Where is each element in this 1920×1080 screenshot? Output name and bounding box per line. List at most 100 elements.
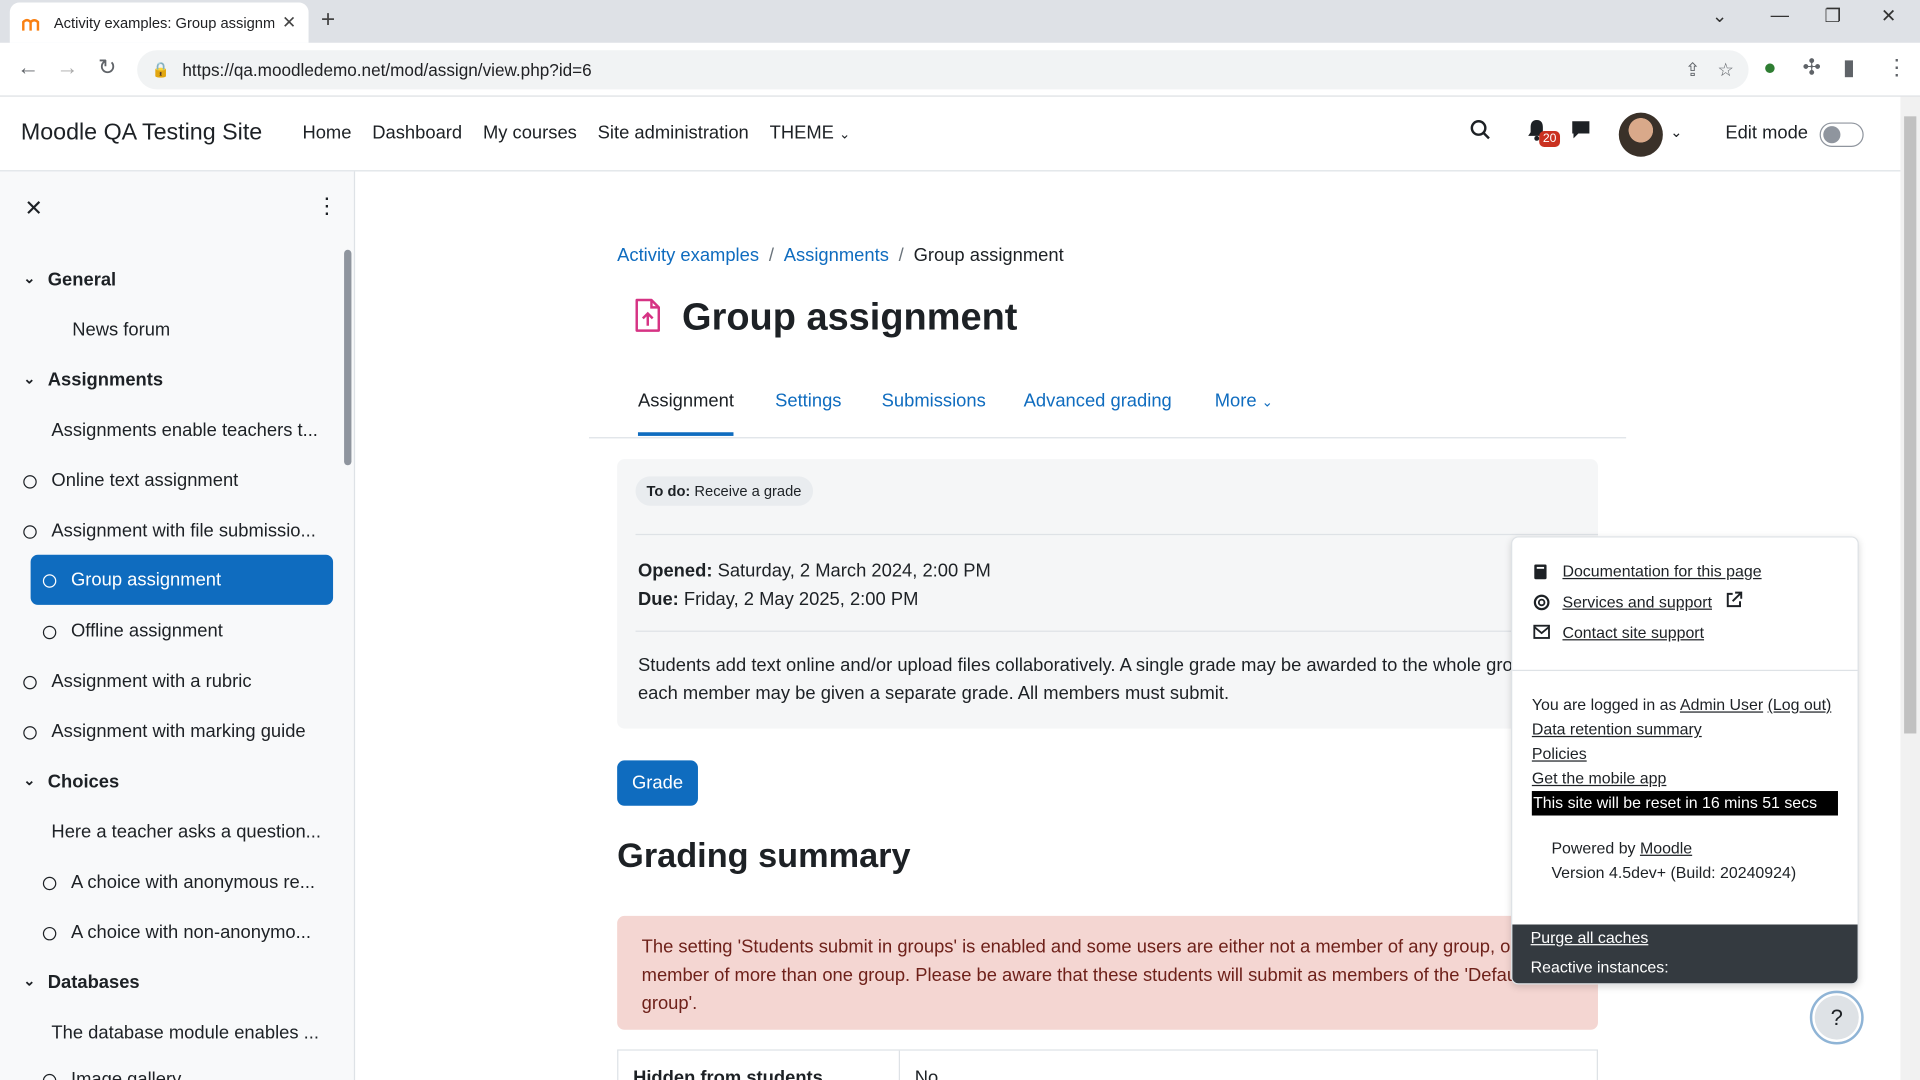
divider <box>635 630 1598 632</box>
nav-my-courses[interactable]: My courses <box>483 122 577 143</box>
drawer-scrollbar[interactable] <box>344 249 352 466</box>
reactive-instances-label: Reactive instances: <box>1530 957 1669 976</box>
drawer-options-icon[interactable]: ⋮ <box>316 193 338 219</box>
envelope-icon <box>1533 624 1550 641</box>
opened-label: Opened: <box>637 560 713 582</box>
browser-toolbar: ← → ↻ 🔒 https://qa.moodledemo.net/mod/as… <box>0 42 1920 97</box>
group-warning-alert: The setting 'Students submit in groups' … <box>617 915 1598 1030</box>
developer-tools: Purge all caches Reactive instances: <box>1512 924 1858 984</box>
breadcrumb-separator: / <box>898 244 904 266</box>
todo-badge: To do: Receive a grade <box>635 476 813 506</box>
course-item-group-assignment[interactable]: Group assignment <box>30 554 334 605</box>
reload-icon[interactable]: ↻ <box>98 55 116 81</box>
site-name[interactable]: Moodle QA Testing Site <box>21 120 262 147</box>
life-ring-icon <box>1533 594 1550 611</box>
nav-dashboard[interactable]: Dashboard <box>372 122 462 143</box>
breadcrumb-assignments[interactable]: Assignments <box>784 245 889 266</box>
forward-icon[interactable]: → <box>56 55 78 81</box>
activity-description: Students add text online and/or upload f… <box>637 655 1555 705</box>
documentation-link[interactable]: Documentation for this page <box>1562 562 1761 580</box>
chevron-down-icon: ⌄ <box>1261 395 1273 411</box>
share-icon[interactable]: ⇪ <box>1685 59 1700 81</box>
minimize-icon[interactable]: — <box>1771 5 1789 26</box>
user-menu-chevron-icon[interactable]: ⌄ <box>1670 124 1682 141</box>
moodle-favicon-icon <box>22 13 42 33</box>
book-icon <box>1533 563 1550 580</box>
due-date: Friday, 2 May 2025, 2:00 PM <box>683 588 919 610</box>
completion-circle-icon <box>42 926 57 941</box>
search-icon[interactable] <box>1469 119 1491 147</box>
table-row-value: No <box>914 1067 939 1080</box>
maximize-icon[interactable]: ❐ <box>1825 5 1841 27</box>
window-close-icon[interactable]: ✕ <box>1881 5 1896 27</box>
divider <box>1512 669 1858 672</box>
close-drawer-icon[interactable]: ✕ <box>24 196 42 222</box>
completion-circle-icon <box>42 574 57 588</box>
edit-mode-label: Edit mode <box>1725 122 1809 144</box>
chevron-down-icon: ⌄ <box>23 369 36 387</box>
tab-more[interactable]: More ⌄ <box>1215 391 1273 412</box>
completion-circle-icon <box>23 525 37 539</box>
messages-icon[interactable] <box>1570 119 1592 147</box>
course-index-drawer: ✕ ⋮ ⌄ General News forum ⌄ Assignments A… <box>0 171 356 1080</box>
completion-circle-icon <box>42 625 57 640</box>
completion-circle-icon <box>23 475 37 489</box>
assignment-icon <box>632 298 664 335</box>
breadcrumb-activity-examples[interactable]: Activity examples <box>617 245 759 266</box>
edit-mode-toggle[interactable] <box>1819 122 1864 147</box>
browser-menu-icon[interactable]: ⋮ <box>1886 55 1908 81</box>
chevron-down-icon: ⌄ <box>23 269 36 287</box>
browser-window: Activity examples: Group assignm ✕ + ⌄ —… <box>0 0 1920 1080</box>
new-tab-icon[interactable]: + <box>321 6 335 34</box>
tab-submissions[interactable]: Submissions <box>882 391 986 412</box>
completion-circle-icon <box>42 876 57 891</box>
lock-icon: 🔒 <box>151 61 171 79</box>
browser-tab[interactable]: Activity examples: Group assignm ✕ <box>9 2 309 43</box>
mobile-app-link[interactable]: Get the mobile app <box>1532 769 1667 787</box>
chevron-down-icon: ⌄ <box>23 972 36 990</box>
reset-countdown: This site will be reset in 16 mins 51 se… <box>1531 791 1838 816</box>
tab-settings[interactable]: Settings <box>775 391 841 412</box>
grade-button[interactable]: Grade <box>617 760 698 806</box>
nav-home[interactable]: Home <box>302 122 351 143</box>
address-bar[interactable]: 🔒 https://qa.moodledemo.net/mod/assign/v… <box>137 50 1749 90</box>
breadcrumb-separator: / <box>768 244 774 266</box>
policies-link[interactable]: Policies <box>1532 744 1587 762</box>
version-info: Version 4.5dev+ (Build: 20240924) <box>1551 863 1797 882</box>
tab-close-icon[interactable]: ✕ <box>282 12 296 33</box>
moodle-link[interactable]: Moodle <box>1640 839 1692 857</box>
nav-site-administration[interactable]: Site administration <box>598 122 749 143</box>
tab-title: Activity examples: Group assignm <box>53 14 275 32</box>
due-label: Due: <box>637 588 679 610</box>
completion-circle-icon <box>23 726 37 740</box>
back-icon[interactable]: ← <box>17 55 39 81</box>
notification-count-badge: 20 <box>1539 131 1561 147</box>
help-button[interactable]: ? <box>1809 990 1864 1045</box>
tab-assignment[interactable]: Assignment <box>637 391 734 436</box>
logout-link[interactable]: (Log out) <box>1768 696 1832 714</box>
chevron-down-icon: ⌄ <box>23 771 36 789</box>
page-scrollbar[interactable] <box>1900 96 1920 1080</box>
external-link-icon <box>1725 591 1743 612</box>
avatar[interactable] <box>1618 112 1663 157</box>
contact-support-link[interactable]: Contact site support <box>1562 623 1704 641</box>
side-panel-icon[interactable]: ▮ <box>1843 55 1855 81</box>
extension-shield-icon[interactable]: ● <box>1763 55 1776 81</box>
table-row-label: Hidden from students <box>633 1067 823 1080</box>
user-profile-link[interactable]: Admin User <box>1680 696 1763 714</box>
data-retention-link[interactable]: Data retention summary <box>1532 720 1702 738</box>
extensions-puzzle-icon[interactable]: ✣ <box>1802 55 1820 81</box>
activity-information: To do: Receive a grade Opened: Saturday,… <box>617 459 1598 729</box>
bookmark-star-icon[interactable]: ☆ <box>1717 59 1733 81</box>
question-mark-icon: ? <box>1830 1004 1843 1030</box>
nav-theme[interactable]: THEME ⌄ <box>770 122 851 143</box>
page-scrollbar-thumb[interactable] <box>1904 116 1917 734</box>
purge-caches-link[interactable]: Purge all caches <box>1531 928 1649 946</box>
moodle-navbar: Moodle QA Testing Site Home Dashboard My… <box>0 96 1901 172</box>
tab-search-icon[interactable]: ⌄ <box>1712 5 1727 27</box>
tab-advanced-grading[interactable]: Advanced grading <box>1024 391 1172 412</box>
powered-by: Powered by Moodle <box>1551 838 1693 858</box>
services-support-link[interactable]: Services and support <box>1562 593 1712 611</box>
browser-tabbar: Activity examples: Group assignm ✕ + ⌄ —… <box>0 0 1920 43</box>
completion-circle-icon <box>42 1073 57 1080</box>
